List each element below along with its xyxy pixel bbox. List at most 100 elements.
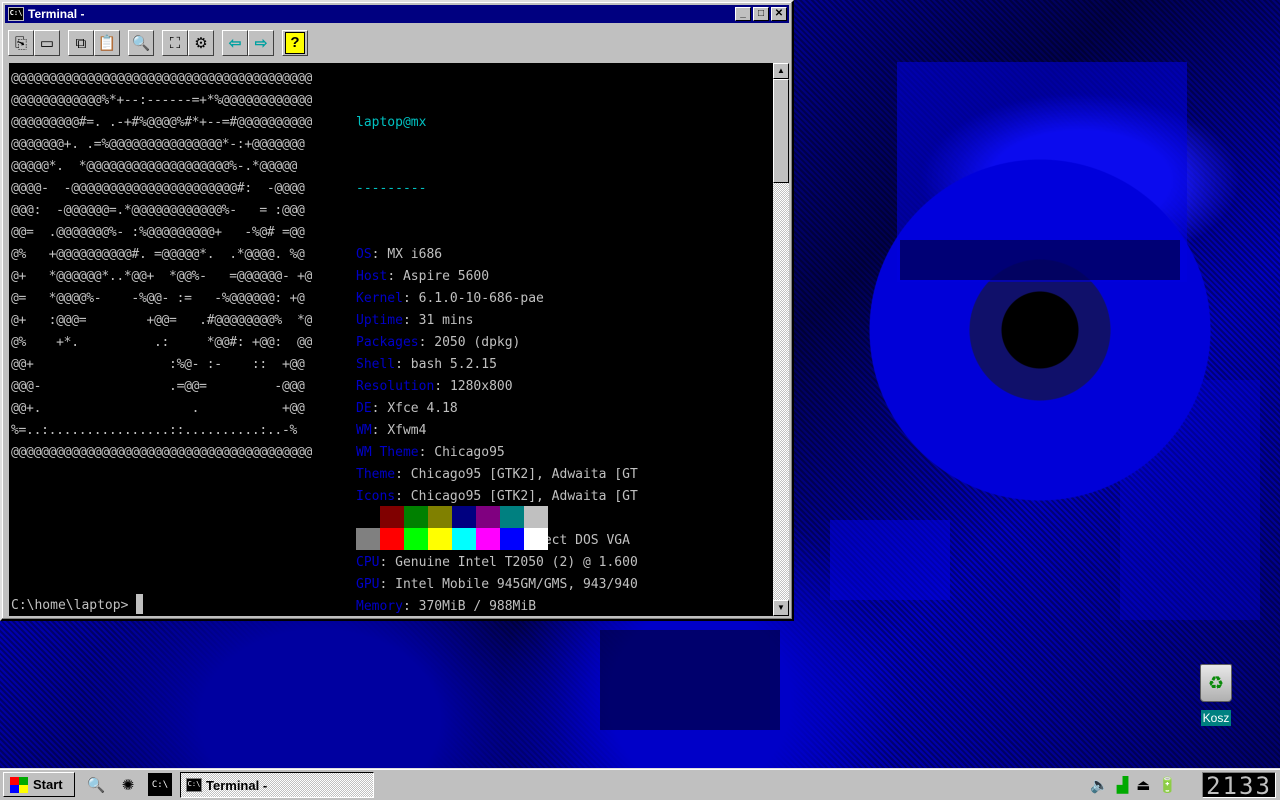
prompt-text: C:\home\laptop> [11,598,137,613]
find-button[interactable]: 🔍 [128,30,154,56]
info-value: Xfce 4.18 [387,401,458,416]
eject-icon[interactable]: ⏏ [1136,776,1150,794]
scroll-down-button[interactable]: ▼ [773,600,789,616]
color-swatch [428,506,452,528]
recycle-bin-label: Kosz [1200,710,1232,726]
preferences-icon: ⚙ [194,35,208,52]
color-swatch [428,528,452,550]
info-line: WM Theme: Chicago95 [356,445,505,460]
search-launcher-icon[interactable]: 🔍 [84,773,108,796]
info-key: CPU [356,555,380,570]
info-key: DE [356,401,372,416]
info-value: 31 mins [418,313,474,328]
ascii-line: @@+. . +@@ [11,401,305,416]
color-swatch [476,528,500,550]
color-swatch [524,506,548,528]
color-swatch [356,528,380,550]
terminal-output[interactable]: @@@@@@@@@@@@@@@@@@@@@@@@@@@@@@@@@@@@@@@@… [9,63,773,616]
close-button[interactable]: ✕ [771,7,787,21]
ascii-line: @% +*. .: *@@#: +@@: @@ [11,335,313,350]
info-line: Packages: 2050 (dpkg) [356,335,521,350]
info-key: Shell [356,357,396,372]
ascii-logo: @@@@@@@@@@@@@@@@@@@@@@@@@@@@@@@@@@@@@@@@… [11,68,312,464]
info-key: Icons [356,489,396,504]
network-signal-icon[interactable]: ▟ [1117,776,1129,794]
ascii-line: @@@@@@@@@@@@@@@@@@@@@@@@@@@@@@@@@@@@@@@@ [11,445,313,460]
info-separator: --------- [356,181,427,196]
new-window-button[interactable]: ▭ [34,30,60,56]
ascii-line: @@@@@@@+. .=%@@@@@@@@@@@@@@@*-:+@@@@@@@ [11,137,305,152]
web-browser-launcher-icon[interactable]: ✺ [116,773,140,796]
info-line: GPU: Intel Mobile 945GM/GMS, 943/940 [356,577,638,592]
ascii-line: @@@: -@@@@@@=.*@@@@@@@@@@@@%- = :@@@ [11,203,305,218]
info-key: WM Theme [356,445,419,460]
info-value: MX i686 [387,247,443,262]
binoculars-icon: 🔍 [131,35,151,52]
taskbar: Start 🔍 ✺ C:\ C:\ Terminal - 🔈 ▟ ⏏ 🔋 213… [0,768,1280,800]
ascii-line: @@+ :%@- :- :: +@@ [11,357,305,372]
recycle-bin-icon: ♻ [1200,664,1232,702]
maximize-button[interactable]: □ [753,7,769,21]
window-title: Terminal - [28,7,85,21]
fullscreen-button[interactable]: ⛶ [162,30,188,56]
start-button[interactable]: Start [3,772,75,797]
info-value: 1280x800 [449,379,513,394]
info-key: GPU [356,577,380,592]
ascii-line: @@@@@@@@@@@@%*+--:------=+*%@@@@@@@@@@@@ [11,93,313,108]
preferences-button[interactable]: ⚙ [188,30,214,56]
info-line: WM: Xfwm4 [356,423,427,438]
color-swatch [476,506,500,528]
clock[interactable]: 2133 [1202,772,1276,799]
info-value: bash 5.2.15 [410,357,497,372]
color-swatch [404,528,428,550]
color-swatch [380,506,404,528]
taskbar-terminal-icon: C:\ [186,778,202,792]
ascii-line: @@@@- -@@@@@@@@@@@@@@@@@@@@@@#: -@@@@ [11,181,305,196]
info-line: Theme: Chicago95 [GTK2], Adwaita [GT [356,467,638,482]
scroll-up-button[interactable]: ▲ [773,63,789,79]
info-key: Theme [356,467,396,482]
terminal-launcher-icon[interactable]: C:\ [148,773,172,796]
arrow-right-icon: ⇨ [254,35,268,52]
info-key: OS [356,247,372,262]
info-value: Aspire 5600 [402,269,490,284]
paste-icon: 📋 [97,35,117,52]
info-key: Kernel [356,291,403,306]
copy-button[interactable]: ⧉ [68,30,94,56]
command-prompt[interactable]: C:\home\laptop> [11,594,144,616]
system-tray: 🔈 ▟ ⏏ 🔋 [1090,773,1177,797]
volume-icon[interactable]: 🔈 [1090,776,1109,794]
info-key: Resolution [356,379,435,394]
help-button[interactable]: ? [282,30,308,56]
battery-power-icon[interactable]: 🔋 [1158,776,1177,794]
new-tab-icon: ⎘ [14,34,27,52]
info-key: Host [356,269,388,284]
info-value: Genuine Intel T2050 (2) @ 1.600 [395,555,638,570]
info-line: Kernel: 6.1.0-10-686-pae [356,291,544,306]
paste-button[interactable]: 📋 [94,30,120,56]
user-host: laptop@mx [356,115,427,130]
window-titlebar[interactable]: C:\ Terminal - _ □ ✕ [5,5,789,23]
ascii-line: @= *@@@@%- -%@@- := -%@@@@@@: +@ [11,291,305,306]
info-line: Icons: Chicago95 [GTK2], Adwaita [GT [356,489,638,504]
start-label: Start [33,777,63,792]
ascii-line: @@= .@@@@@@@%- :%@@@@@@@@@+ -%@# =@@ [11,225,305,240]
color-swatch [452,506,476,528]
info-line: Uptime: 31 mins [356,313,474,328]
terminal-toolbar: ⎘ ▭ ⧉ 📋 🔍 ⛶ ⚙ ⇦ ⇨? [8,28,788,58]
minimize-button[interactable]: _ [735,7,751,21]
info-value: Chicago95 [434,445,505,460]
fullscreen-icon: ⛶ [169,34,181,52]
ascii-line: @+ *@@@@@@*..*@@+ *@@%- =@@@@@@- +@ [11,269,313,284]
next-tab-button[interactable]: ⇨ [248,30,274,56]
info-value: Chicago95 [GTK2], Adwaita [GT [410,489,638,504]
info-value: Intel Mobile 945GM/GMS, 943/940 [395,577,638,592]
terminal-app-icon: C:\ [8,7,24,21]
previous-tab-button[interactable]: ⇦ [222,30,248,56]
taskbar-terminal-button[interactable]: C:\ Terminal - [180,772,374,798]
recycle-bin-shortcut[interactable]: ♻ Kosz [1190,664,1242,727]
scrollbar-thumb[interactable] [773,79,789,183]
info-line: DE: Xfce 4.18 [356,401,458,416]
new-tab-button[interactable]: ⎘ [8,30,34,56]
vertical-scrollbar[interactable]: ▲ ▼ [773,63,789,616]
